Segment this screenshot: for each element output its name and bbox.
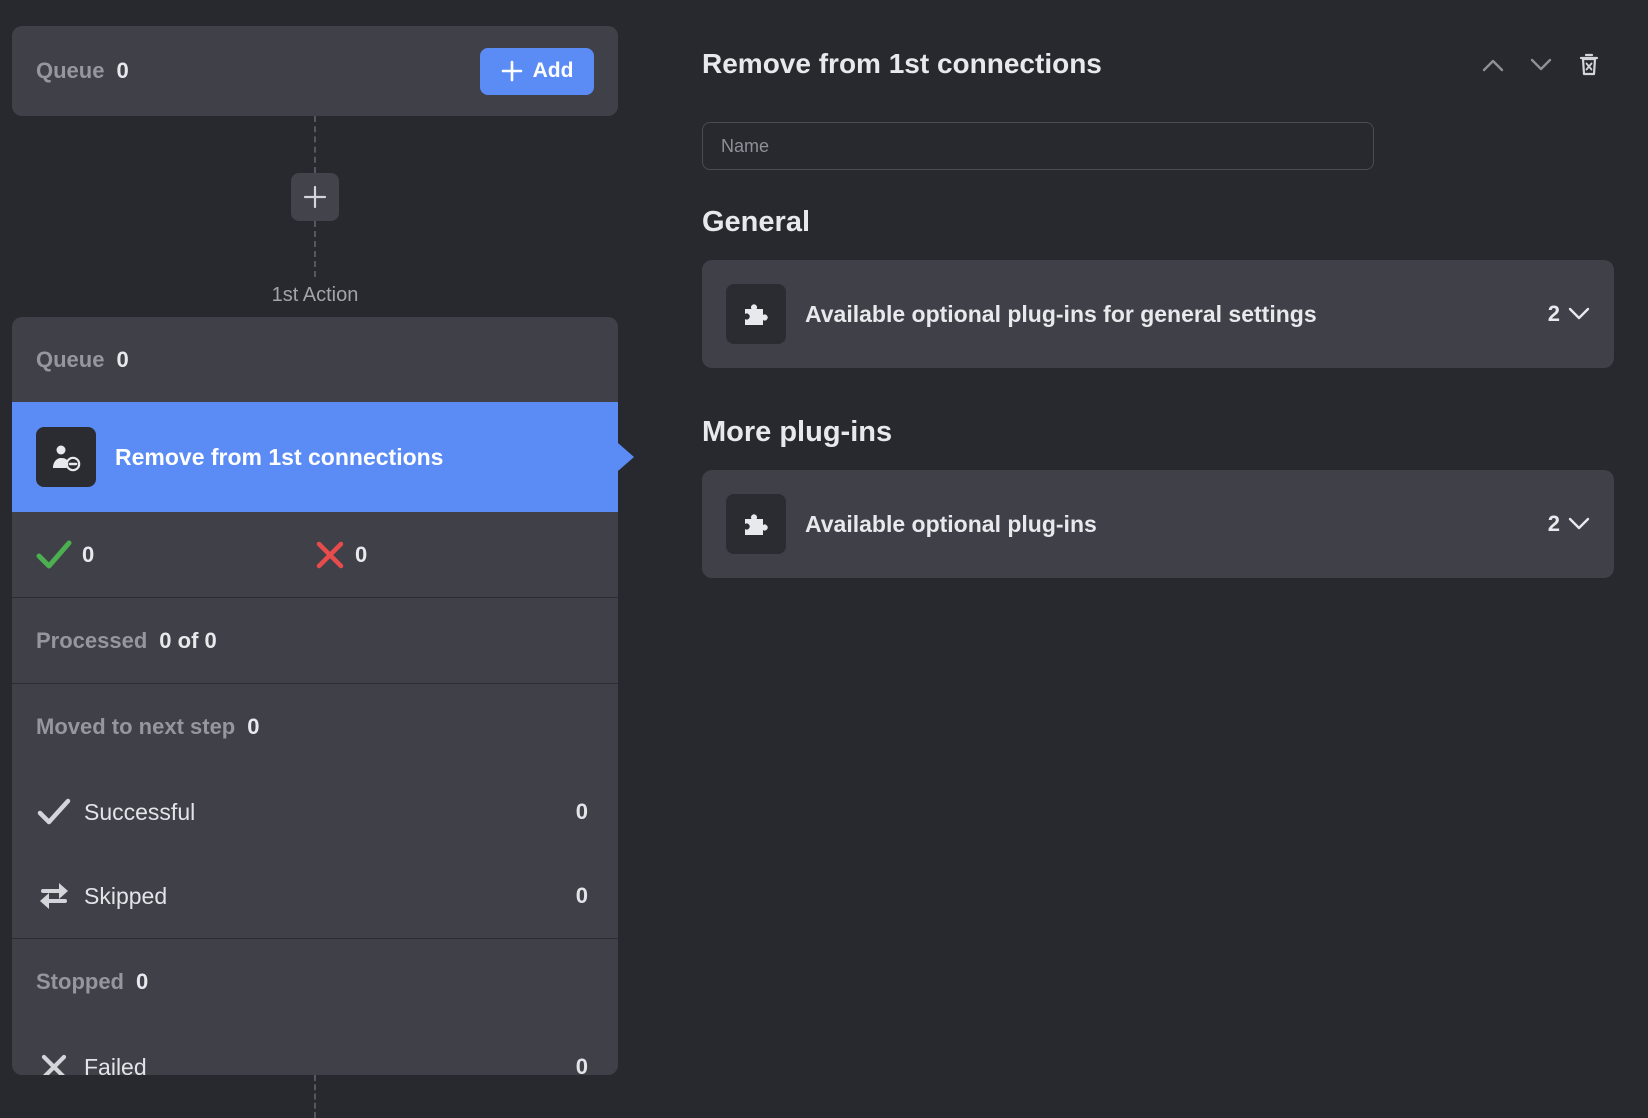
stopped-header: Stopped 0 <box>36 939 594 1025</box>
connector-line-top <box>314 116 316 173</box>
more-plugins-count: 2 <box>1547 511 1560 536</box>
puzzle-icon <box>726 494 786 554</box>
success-count: 0 <box>36 539 315 571</box>
processed-value: 0 of 0 <box>159 627 217 653</box>
successful-row: Successful 0 <box>36 770 594 854</box>
more-plugins-heading: More plug-ins <box>702 416 893 448</box>
stopped-label: Stopped <box>36 969 124 994</box>
puzzle-icon <box>726 284 786 344</box>
check-icon <box>36 794 72 830</box>
result-counts-row: 0 0 <box>12 512 618 598</box>
success-check-icon <box>36 540 72 568</box>
processed-row: Processed 0 of 0 <box>12 598 618 684</box>
action-caption: 1st Action <box>271 284 359 306</box>
swap-icon <box>36 878 72 914</box>
queue-count: 0 <box>116 346 129 372</box>
step-title: Remove from 1st connections <box>115 443 444 470</box>
user-remove-icon <box>36 427 96 487</box>
add-button-label: Add <box>532 59 574 82</box>
error-count: 0 <box>315 540 594 570</box>
queue-label: Queue <box>36 58 105 83</box>
name-input[interactable] <box>702 122 1374 170</box>
x-icon <box>36 1049 72 1075</box>
general-plugins-card[interactable]: Available optional plug-ins for general … <box>702 260 1614 368</box>
moved-header: Moved to next step 0 <box>36 684 594 770</box>
top-queue-card: Queue 0 Add <box>12 26 618 116</box>
more-plugins-card[interactable]: Available optional plug-ins 2 <box>702 470 1614 578</box>
general-plugins-toggle[interactable]: 2 <box>1548 301 1590 327</box>
successful-value: 0 <box>575 799 588 824</box>
skipped-label: Skipped <box>84 882 168 909</box>
general-plugins-label: Available optional plug-ins for general … <box>805 300 1317 327</box>
connector-line-middle <box>314 221 316 277</box>
skipped-value: 0 <box>575 883 588 908</box>
queue-label: Queue <box>36 346 105 372</box>
moved-label: Moved to next step <box>36 714 236 739</box>
selection-pointer <box>618 443 634 471</box>
details-title: Remove from 1st connections <box>702 48 1102 79</box>
failed-row: Failed 0 <box>36 1025 594 1075</box>
queue-count: 0 <box>116 58 129 83</box>
more-plugins-toggle[interactable]: 2 <box>1548 511 1590 537</box>
chevron-down-icon <box>1568 517 1590 530</box>
add-button[interactable]: Add <box>480 47 594 95</box>
failed-label: Failed <box>84 1053 147 1076</box>
chevron-down-icon <box>1568 307 1590 320</box>
details-toolbar <box>1480 52 1602 78</box>
general-plugins-count: 2 <box>1547 301 1560 326</box>
connector-line-bottom <box>314 1075 316 1118</box>
more-plugins-label: Available optional plug-ins <box>805 510 1097 537</box>
chevron-up-icon[interactable] <box>1480 52 1506 78</box>
failed-value: 0 <box>575 1054 588 1075</box>
error-x-icon <box>316 541 344 568</box>
action-card: Queue 0 Remove from 1st connections 0 0 … <box>12 317 618 1075</box>
processed-label: Processed <box>36 627 148 653</box>
plus-icon <box>501 60 522 82</box>
app-root: Queue 0 Add 1st Action Queue 0 Remove fr… <box>0 0 1648 1118</box>
insert-step-button[interactable] <box>291 173 339 221</box>
success-count-value: 0 <box>82 541 95 567</box>
plus-icon <box>303 185 327 209</box>
chevron-down-icon[interactable] <box>1528 52 1554 78</box>
selected-step[interactable]: Remove from 1st connections <box>12 402 618 512</box>
stopped-section: Stopped 0 Failed 0 <box>12 939 618 1075</box>
general-heading: General <box>702 206 810 238</box>
skipped-row: Skipped 0 <box>36 854 594 938</box>
action-queue-row: Queue 0 <box>12 317 618 402</box>
trash-icon[interactable] <box>1576 52 1602 78</box>
moved-section: Moved to next step 0 Successful 0 Skippe… <box>12 684 618 939</box>
error-count-value: 0 <box>355 541 368 567</box>
successful-label: Successful <box>84 798 196 825</box>
moved-count: 0 <box>247 714 260 739</box>
stopped-count: 0 <box>136 969 149 994</box>
